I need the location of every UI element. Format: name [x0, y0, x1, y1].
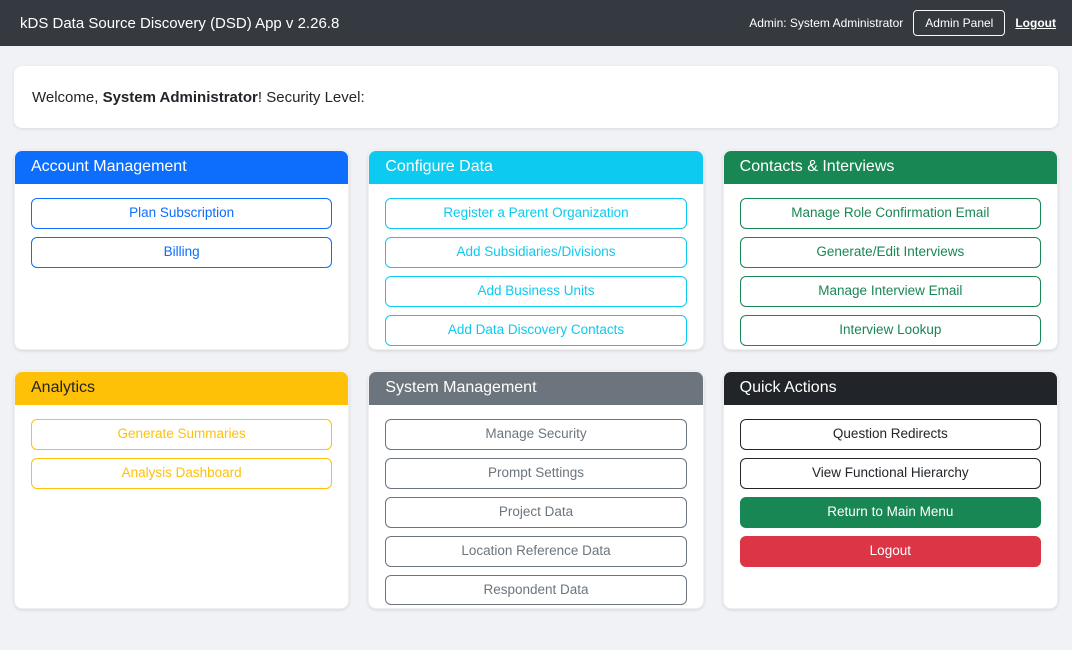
location-reference-data-button[interactable]: Location Reference Data — [385, 536, 686, 567]
prompt-settings-button[interactable]: Prompt Settings — [385, 458, 686, 489]
manage-role-confirmation-email-button[interactable]: Manage Role Confirmation Email — [740, 198, 1041, 229]
generate-summaries-button[interactable]: Generate Summaries — [31, 419, 332, 450]
welcome-text: Welcome, System Administrator! Security … — [32, 89, 365, 106]
project-data-button[interactable]: Project Data — [385, 497, 686, 528]
card-contacts-interviews-header: Contacts & Interviews — [724, 151, 1057, 184]
card-account-management: Account Management Plan Subscription Bil… — [14, 150, 349, 350]
card-quick-actions-header: Quick Actions — [724, 372, 1057, 405]
app-title: kDS Data Source Discovery (DSD) App v 2.… — [20, 15, 339, 32]
interview-lookup-button[interactable]: Interview Lookup — [740, 315, 1041, 346]
top-navbar: kDS Data Source Discovery (DSD) App v 2.… — [0, 0, 1072, 46]
card-system-management: System Management Manage Security Prompt… — [368, 371, 703, 609]
return-to-main-menu-button[interactable]: Return to Main Menu — [740, 497, 1041, 528]
add-subsidiaries-divisions-button[interactable]: Add Subsidiaries/Divisions — [385, 237, 686, 268]
card-account-management-header: Account Management — [15, 151, 348, 184]
billing-button[interactable]: Billing — [31, 237, 332, 268]
manage-interview-email-button[interactable]: Manage Interview Email — [740, 276, 1041, 307]
admin-user-label: Admin: System Administrator — [749, 16, 903, 30]
generate-edit-interviews-button[interactable]: Generate/Edit Interviews — [740, 237, 1041, 268]
card-account-management-body: Plan Subscription Billing — [15, 184, 348, 282]
add-data-discovery-contacts-button[interactable]: Add Data Discovery Contacts — [385, 315, 686, 346]
respondent-data-button[interactable]: Respondent Data — [385, 575, 686, 606]
card-system-management-body: Manage Security Prompt Settings Project … — [369, 405, 702, 609]
quick-logout-button[interactable]: Logout — [740, 536, 1041, 567]
manage-security-button[interactable]: Manage Security — [385, 419, 686, 450]
analysis-dashboard-button[interactable]: Analysis Dashboard — [31, 458, 332, 489]
logout-link[interactable]: Logout — [1015, 16, 1056, 30]
card-analytics-header: Analytics — [15, 372, 348, 405]
register-parent-organization-button[interactable]: Register a Parent Organization — [385, 198, 686, 229]
navbar-right-group: Admin: System Administrator Admin Panel … — [749, 10, 1056, 36]
card-quick-actions-body: Question Redirects View Functional Hiera… — [724, 405, 1057, 581]
view-functional-hierarchy-button[interactable]: View Functional Hierarchy — [740, 458, 1041, 489]
card-analytics-body: Generate Summaries Analysis Dashboard — [15, 405, 348, 503]
dashboard-grid: Account Management Plan Subscription Bil… — [14, 150, 1058, 609]
plan-subscription-button[interactable]: Plan Subscription — [31, 198, 332, 229]
add-business-units-button[interactable]: Add Business Units — [385, 276, 686, 307]
question-redirects-button[interactable]: Question Redirects — [740, 419, 1041, 450]
card-configure-data: Configure Data Register a Parent Organiz… — [368, 150, 703, 350]
card-configure-data-body: Register a Parent Organization Add Subsi… — [369, 184, 702, 350]
welcome-username: System Administrator — [103, 89, 258, 106]
admin-panel-button[interactable]: Admin Panel — [913, 10, 1005, 36]
welcome-banner: Welcome, System Administrator! Security … — [14, 66, 1058, 128]
card-configure-data-header: Configure Data — [369, 151, 702, 184]
card-contacts-interviews-body: Manage Role Confirmation Email Generate/… — [724, 184, 1057, 350]
card-contacts-interviews: Contacts & Interviews Manage Role Confir… — [723, 150, 1058, 350]
card-quick-actions: Quick Actions Question Redirects View Fu… — [723, 371, 1058, 609]
card-system-management-header: System Management — [369, 372, 702, 405]
card-analytics: Analytics Generate Summaries Analysis Da… — [14, 371, 349, 609]
